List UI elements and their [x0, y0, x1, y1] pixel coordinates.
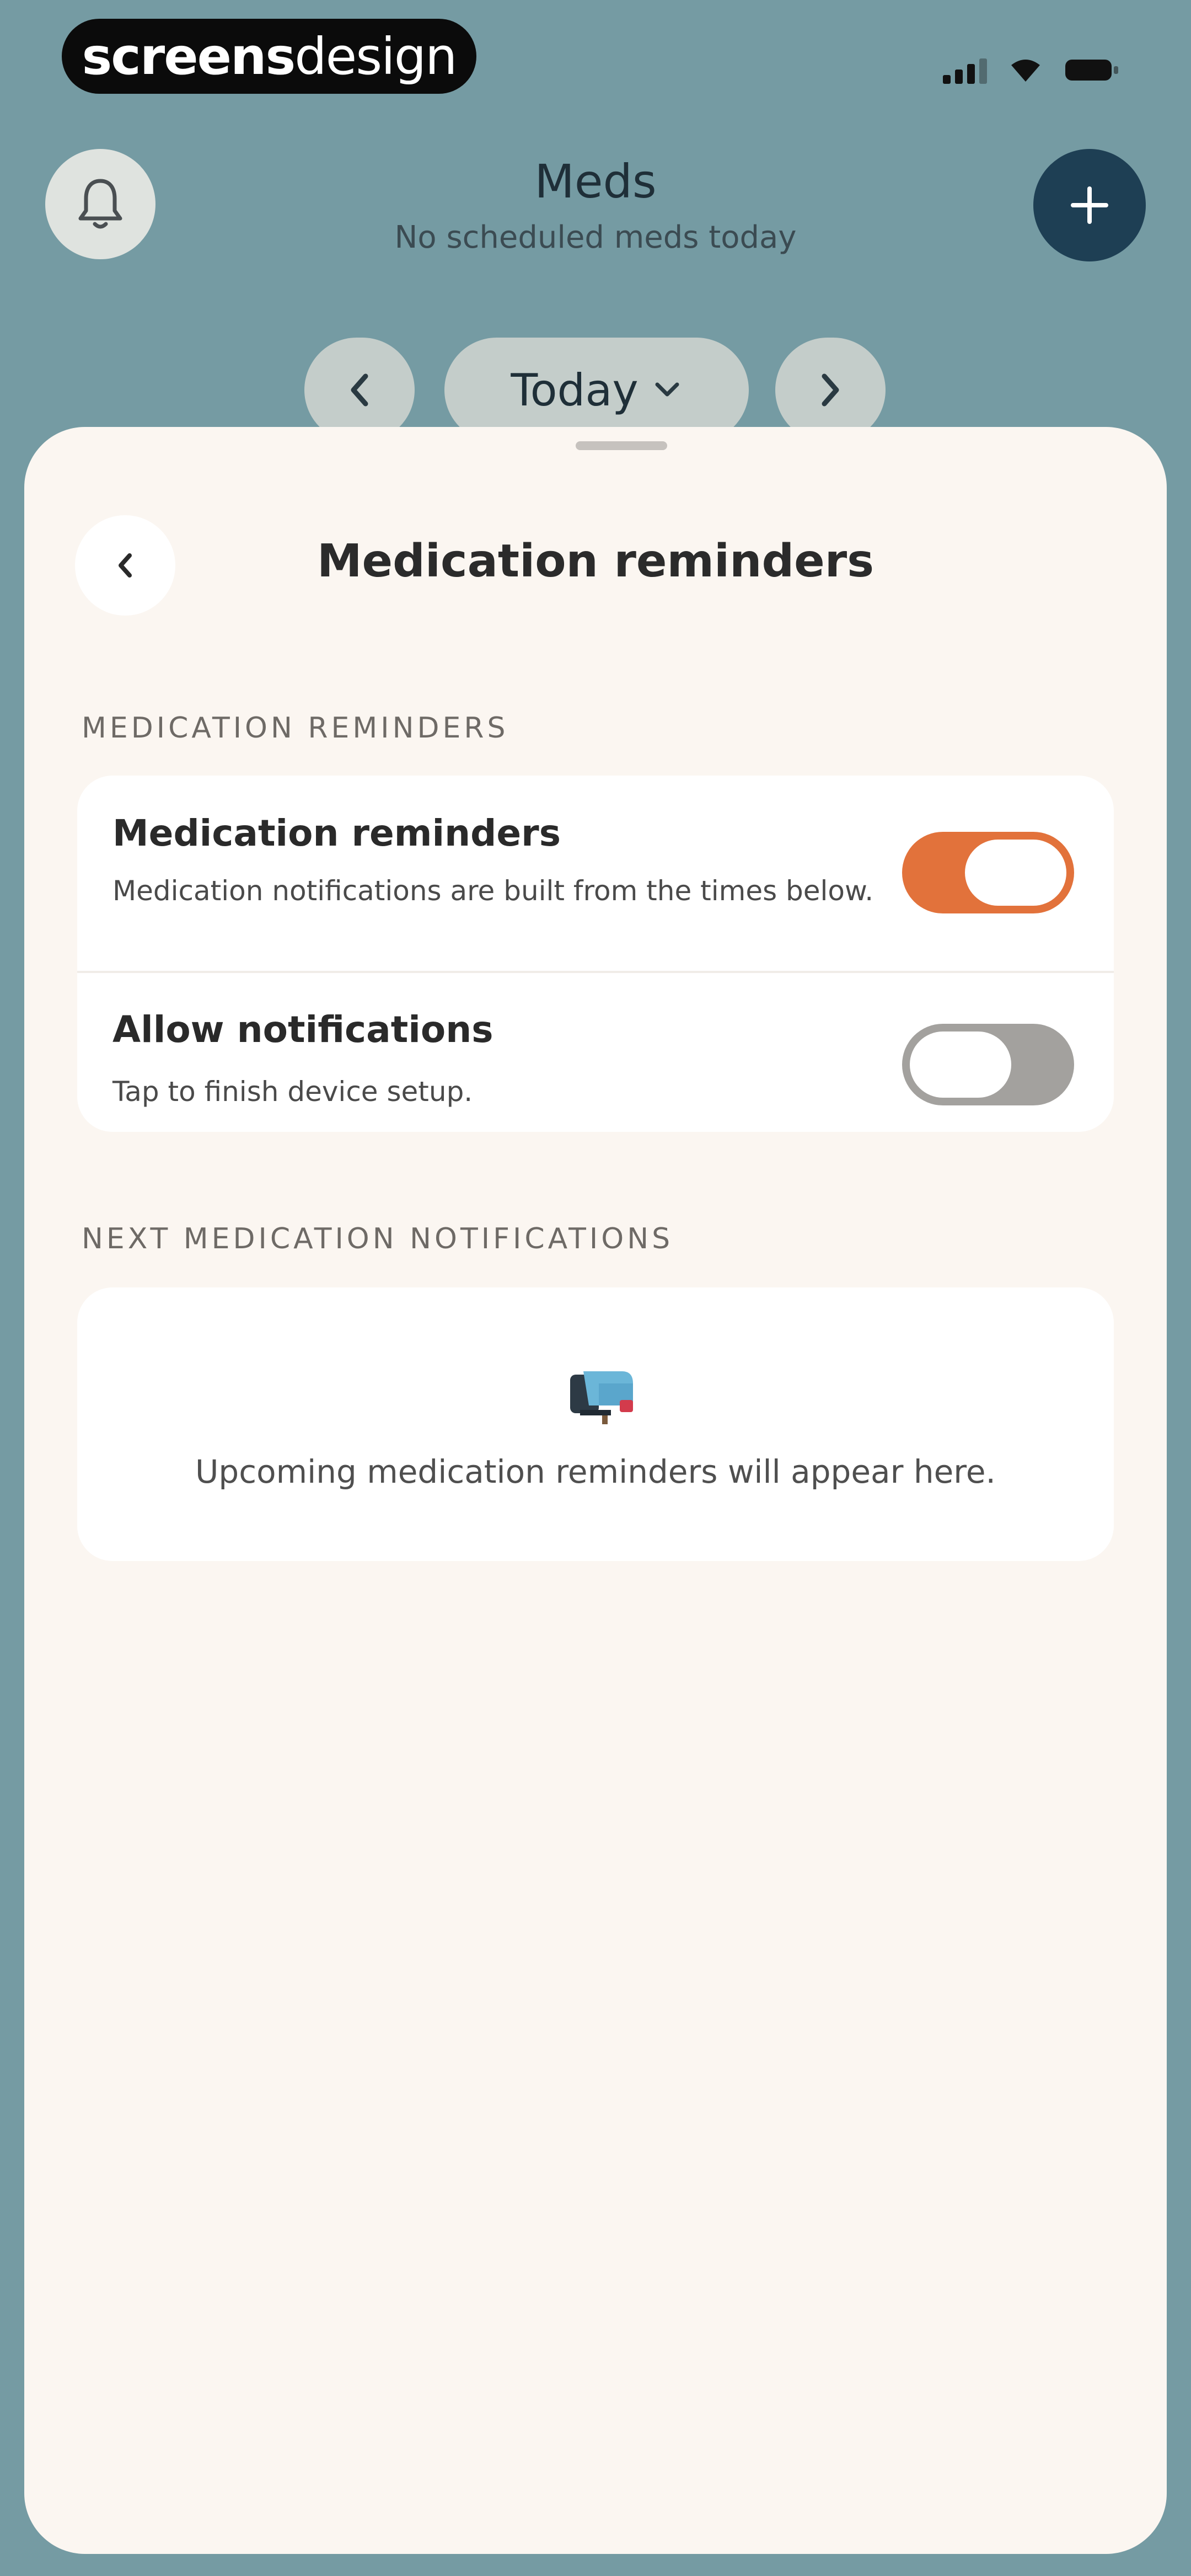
setting-title: Medication reminders [112, 812, 561, 854]
brand-logo-light: design [294, 26, 457, 86]
medication-reminders-sheet: Medication reminders MEDICATION REMINDER… [24, 427, 1167, 2554]
toggle-knob [965, 840, 1066, 906]
chevron-down-icon [655, 382, 679, 397]
section-header-next-notifications: NEXT MEDICATION NOTIFICATIONS [82, 1222, 674, 1255]
setting-description: Tap to finish device setup. [112, 1076, 473, 1108]
sheet-grabber[interactable] [576, 441, 667, 450]
setting-title: Allow notifications [112, 1008, 493, 1051]
cellular-signal-icon [943, 56, 987, 84]
setting-row-allow-notifications[interactable]: Allow notifications Tap to finish device… [77, 971, 1114, 1132]
date-selector-label: Today [511, 364, 639, 416]
chevron-left-icon [351, 373, 368, 407]
empty-state-message: Upcoming medication reminders will appea… [195, 1453, 996, 1490]
page-title: Meds [534, 154, 657, 209]
add-med-button[interactable] [1033, 149, 1146, 261]
plus-icon [1071, 186, 1108, 224]
medication-reminders-toggle[interactable] [902, 832, 1074, 913]
status-icons [943, 51, 1119, 89]
brand-logo-bold: screens [82, 26, 296, 86]
mailbox-icon [570, 1371, 633, 1424]
empty-state-card: Upcoming medication reminders will appea… [77, 1287, 1114, 1561]
allow-notifications-toggle[interactable] [902, 1024, 1074, 1105]
section-header-reminders: MEDICATION REMINDERS [82, 712, 509, 745]
sheet-title: Medication reminders [316, 535, 875, 587]
toggle-knob [910, 1032, 1011, 1098]
setting-row-medication-reminders[interactable]: Medication reminders Medication notifica… [77, 776, 1114, 971]
wifi-icon [1009, 57, 1042, 83]
page-subtitle: No scheduled meds today [394, 220, 797, 255]
setting-description: Medication notifications are built from … [112, 875, 874, 907]
reminder-settings-card: Medication reminders Medication notifica… [77, 776, 1114, 1132]
brand-logo: screens design [62, 19, 476, 94]
chevron-right-icon [822, 373, 839, 407]
battery-icon [1064, 56, 1119, 84]
